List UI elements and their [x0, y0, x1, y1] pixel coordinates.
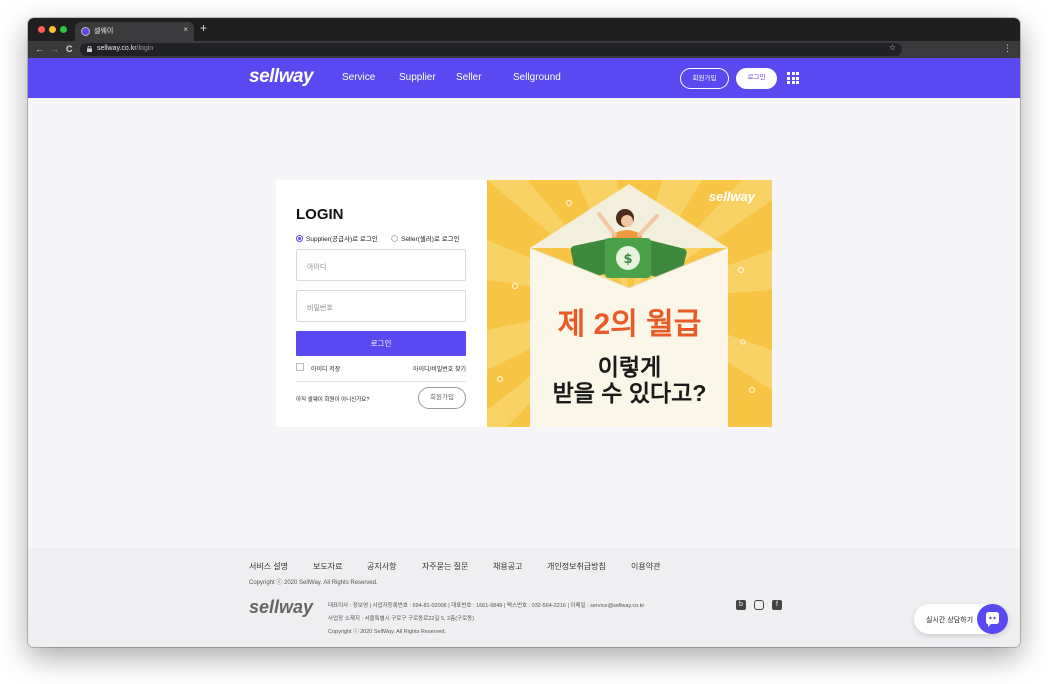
url-text: sellway.co.kr/login — [97, 45, 154, 52]
browser-tab-bar: 셀웨이 × + — [28, 18, 1020, 41]
address-bar[interactable]: sellway.co.kr/login ☆ — [80, 43, 902, 56]
footer-link-press[interactable]: 보도자료 — [313, 561, 342, 572]
login-title: LOGIN — [296, 206, 344, 223]
divider — [296, 381, 466, 382]
header-signup-button[interactable]: 회원가입 — [680, 68, 729, 89]
radio-supplier-dot[interactable] — [296, 234, 303, 242]
card-signup-button[interactable]: 회원가입 — [418, 387, 466, 409]
radio-seller-dot[interactable] — [391, 234, 398, 242]
radio-seller[interactable]: Seller(셀러)로 로그인 — [391, 233, 460, 243]
banner-logo: sellway — [708, 189, 755, 204]
nav-service[interactable]: Service — [342, 72, 375, 83]
footer-link-service[interactable]: 서비스 설명 — [249, 561, 288, 572]
chat-bubble-icon — [986, 612, 999, 627]
favicon-icon — [81, 27, 90, 36]
banner-subline-1: 이렇게 — [597, 354, 662, 380]
not-member-text: 아직 셀웨이 회원이 아니신가요? — [296, 397, 370, 403]
reload-icon[interactable]: C — [66, 42, 73, 56]
chat-button[interactable] — [977, 604, 1008, 634]
nav-sellground[interactable]: Sellground — [513, 72, 561, 83]
footer-link-terms[interactable]: 이용약관 — [631, 561, 660, 572]
footer-address: 사업장 소재지 : 서울특별시 구로구 구로동로22길 5, 2층(구로동) — [328, 616, 475, 622]
radio-supplier-label: Supplier(공급사)로 로그인 — [306, 236, 378, 243]
blog-icon[interactable]: b — [736, 600, 746, 610]
footer-company-info: 대표이사 : 장보영 | 사업자등록번호 : 694-81-02006 | 대표… — [328, 603, 645, 609]
browser-window: 셀웨이 × + ← → C sellway.co.kr/login ☆ ⋮ se… — [28, 18, 1020, 647]
site-footer: 서비스 설명 보도자료 공지사항 자주묻는 질문 채용공고 개인정보취급방침 이… — [28, 548, 1020, 647]
banner-subline-2: 받을 수 있다고? — [552, 380, 707, 406]
banner-headline: 제 2의 월급 — [557, 308, 702, 341]
footer-link-privacy[interactable]: 개인정보취급방침 — [547, 561, 606, 572]
minimize-window-button[interactable] — [49, 26, 56, 33]
id-input[interactable]: 아이디 — [296, 249, 466, 281]
password-input[interactable]: 비밀번호 — [296, 290, 466, 322]
footer-link-faq[interactable]: 자주묻는 질문 — [422, 561, 468, 572]
back-icon[interactable]: ← — [35, 42, 44, 56]
forward-icon[interactable]: → — [50, 42, 59, 56]
promo-banner[interactable]: $ sellway 제 2의 월급 이렇게 받을 수 있다고? — [487, 180, 772, 427]
app-grid-icon[interactable] — [787, 72, 799, 84]
site-header: sellway Service Supplier Seller Sellgrou… — [28, 58, 1020, 98]
lock-icon — [87, 46, 92, 52]
radio-supplier[interactable]: Supplier(공급사)로 로그인 — [296, 233, 378, 243]
svg-text:$: $ — [623, 252, 632, 267]
chat-widget[interactable]: 실시간 상담하기 — [914, 604, 1008, 634]
tab-close-icon[interactable]: × — [183, 25, 188, 34]
radio-seller-label: Seller(셀러)로 로그인 — [401, 236, 460, 243]
chat-label: 실시간 상담하기 — [926, 617, 974, 624]
footer-copyright-2: Copyright ⓒ 2020 SellWay. All Rights Res… — [328, 629, 446, 635]
footer-link-notice[interactable]: 공지사항 — [367, 561, 396, 572]
maximize-window-button[interactable] — [60, 26, 67, 33]
footer-logo: sellway — [249, 597, 314, 617]
facebook-icon[interactable]: f — [772, 600, 782, 610]
header-logo[interactable]: sellway — [249, 66, 314, 88]
header-login-button[interactable]: 로그인 — [736, 68, 777, 89]
remember-id-label: 아이디 저장 — [311, 367, 341, 373]
instagram-icon[interactable] — [754, 600, 764, 610]
nav-seller[interactable]: Seller — [456, 72, 482, 83]
login-submit-button[interactable]: 로그인 — [296, 331, 466, 356]
browser-menu-icon[interactable]: ⋮ — [1003, 43, 1012, 54]
bookmark-star-icon[interactable]: ☆ — [889, 43, 896, 52]
close-window-button[interactable] — [38, 26, 45, 33]
browser-toolbar: ← → C sellway.co.kr/login ☆ ⋮ — [28, 41, 1020, 58]
footer-link-careers[interactable]: 채용공고 — [493, 561, 522, 572]
nav-supplier[interactable]: Supplier — [399, 72, 436, 83]
new-tab-button[interactable]: + — [200, 21, 207, 35]
browser-tab[interactable]: 셀웨이 × — [75, 22, 194, 41]
tab-title: 셀웨이 — [94, 28, 114, 35]
main-content: LOGIN Supplier(공급사)로 로그인 Seller(셀러)로 로그인… — [28, 98, 1020, 548]
login-card: LOGIN Supplier(공급사)로 로그인 Seller(셀러)로 로그인… — [276, 180, 487, 427]
find-account-link[interactable]: 아이디/비밀번호 찾기 — [413, 364, 466, 373]
footer-copyright: Copyright ⓒ 2020 SellWay. All Rights Res… — [249, 580, 378, 586]
remember-id-checkbox[interactable] — [296, 363, 304, 371]
